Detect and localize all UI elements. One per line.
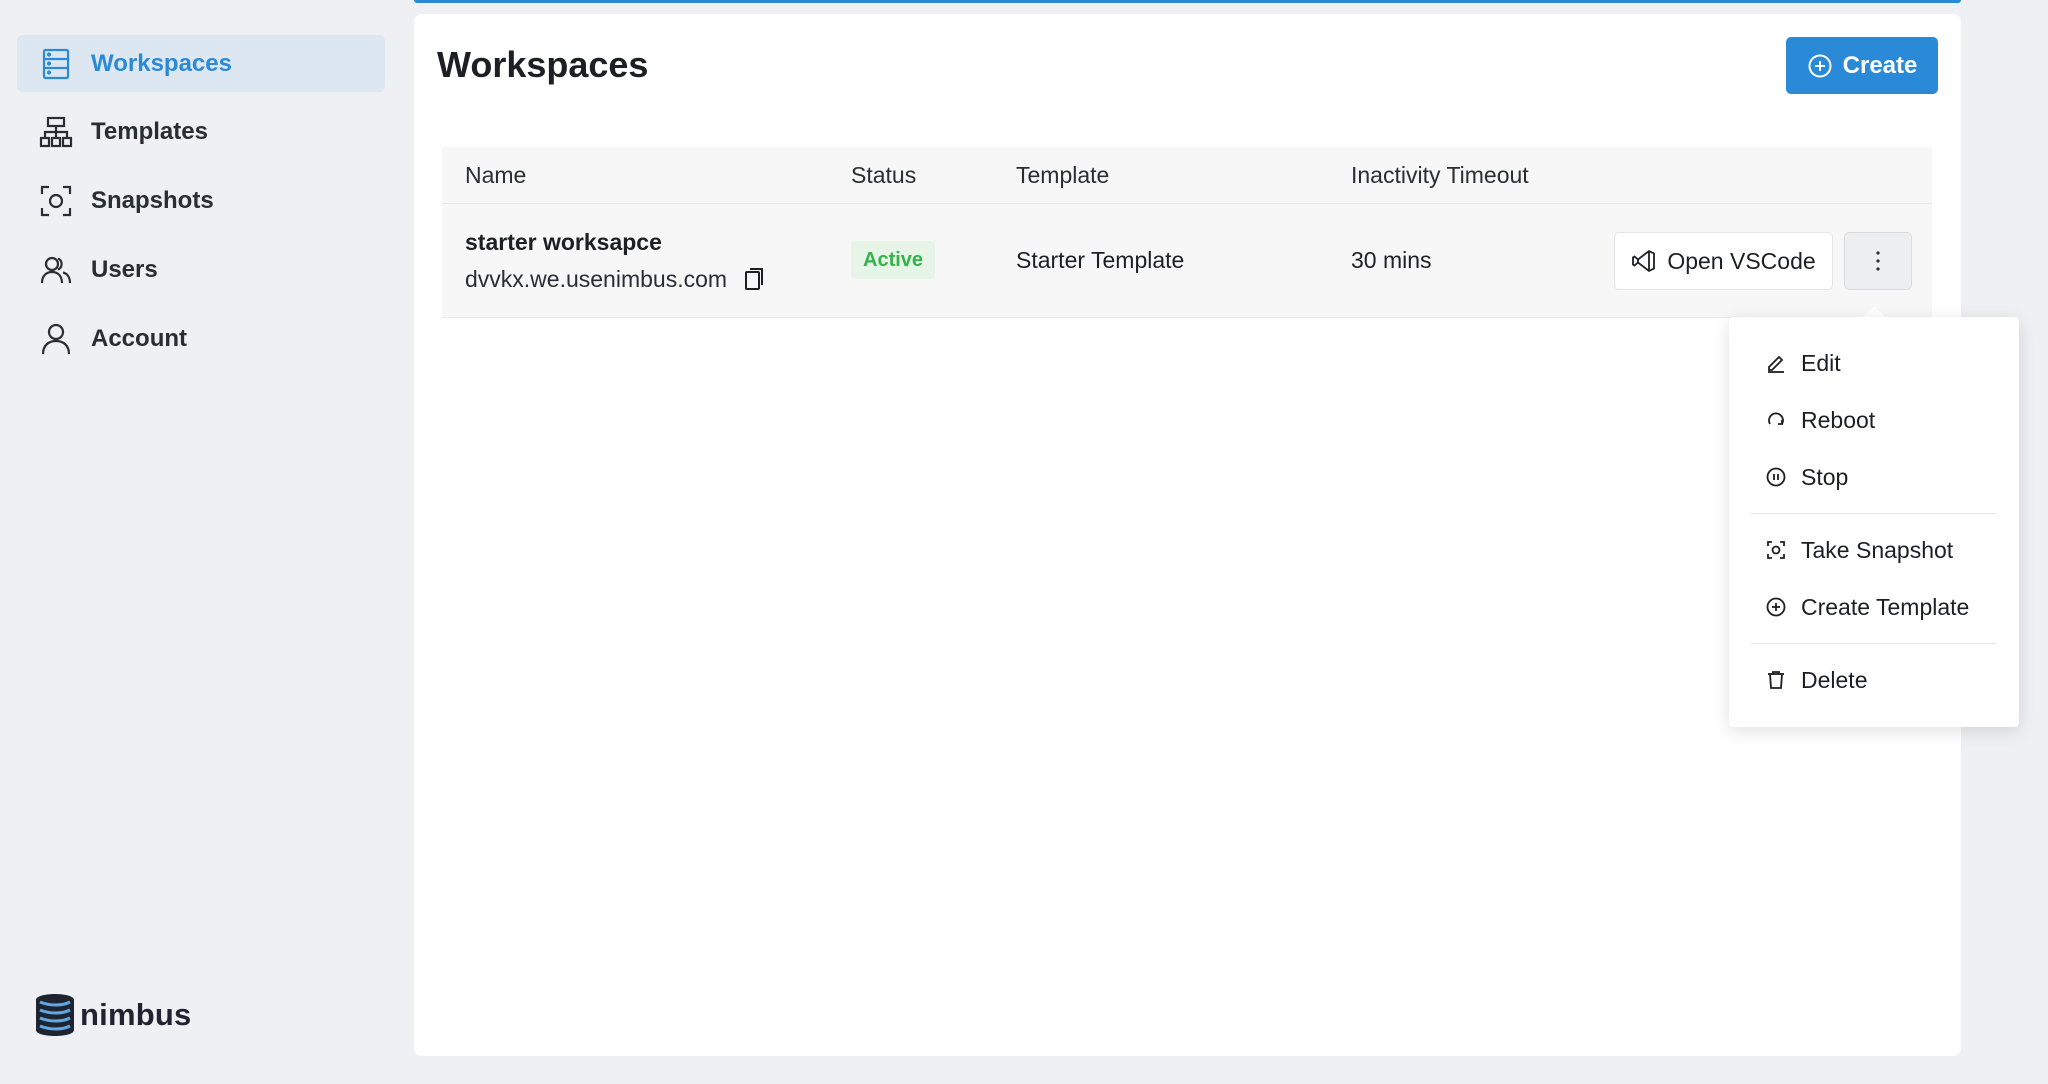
create-button[interactable]: Create bbox=[1786, 37, 1938, 94]
camera-scan-icon bbox=[39, 184, 73, 218]
nimbus-logo-icon bbox=[36, 994, 74, 1036]
brand-name: nimbus bbox=[80, 997, 192, 1032]
pause-circle-icon bbox=[1765, 466, 1787, 488]
workspace-name-cell: starter worksapce dvvkx.we.usenimbus.com bbox=[465, 229, 765, 293]
sidebar-item-snapshots[interactable]: Snapshots bbox=[17, 172, 385, 229]
header-template: Template bbox=[1016, 161, 1110, 188]
sidebar-item-templates[interactable]: Templates bbox=[17, 103, 385, 160]
sidebar-item-account[interactable]: Account bbox=[17, 310, 385, 367]
sidebar-item-workspaces[interactable]: Workspaces bbox=[17, 35, 385, 92]
menu-item-reboot[interactable]: Reboot bbox=[1729, 395, 2019, 445]
header-status: Status bbox=[851, 161, 917, 188]
app-root: Workspaces Templates Snapshots Users Acc… bbox=[0, 0, 2048, 1084]
menu-item-label: Create Template bbox=[1801, 593, 1970, 620]
menu-item-edit[interactable]: Edit bbox=[1729, 338, 2019, 388]
kebab-menu-icon bbox=[1876, 251, 1880, 271]
menu-divider bbox=[1751, 643, 1997, 644]
create-button-label: Create bbox=[1842, 51, 1918, 79]
page-title: Workspaces bbox=[437, 44, 649, 85]
sidebar: Workspaces Templates Snapshots Users Acc… bbox=[0, 0, 400, 1084]
pencil-icon bbox=[1765, 352, 1787, 374]
menu-item-label: Take Snapshot bbox=[1801, 536, 1954, 563]
open-vscode-label: Open VSCode bbox=[1667, 247, 1816, 274]
copy-icon[interactable] bbox=[743, 266, 765, 292]
vscode-icon bbox=[1632, 249, 1656, 273]
status-badge: Active bbox=[851, 241, 936, 279]
menu-item-delete[interactable]: Delete bbox=[1729, 655, 2019, 705]
template-cell: Starter Template bbox=[1016, 247, 1185, 273]
menu-item-label: Reboot bbox=[1801, 406, 1876, 433]
user-icon bbox=[39, 322, 73, 356]
header-name: Name bbox=[465, 161, 527, 188]
row-actions-menu: Edit Reboot Stop Take Snapshot Create Te… bbox=[1729, 317, 2019, 727]
workspaces-table: Name Status Template Inactivity Timeout … bbox=[442, 147, 1932, 318]
refresh-icon bbox=[1765, 409, 1787, 431]
header-timeout: Inactivity Timeout bbox=[1351, 161, 1529, 188]
plus-circle-icon bbox=[1808, 54, 1832, 77]
camera-scan-icon bbox=[1765, 539, 1787, 561]
sidebar-item-label: Snapshots bbox=[91, 186, 214, 214]
users-icon bbox=[39, 253, 73, 287]
sidebar-item-label: Account bbox=[91, 324, 187, 352]
timeout-cell: 30 mins bbox=[1351, 247, 1432, 273]
sidebar-item-label: Workspaces bbox=[91, 49, 232, 77]
menu-item-label: Edit bbox=[1801, 349, 1841, 376]
sitemap-icon bbox=[39, 115, 73, 149]
sidebar-item-label: Templates bbox=[91, 117, 208, 145]
menu-item-create-template[interactable]: Create Template bbox=[1729, 582, 2019, 632]
workspace-host-line: dvvkx.we.usenimbus.com bbox=[465, 266, 765, 293]
menu-item-label: Stop bbox=[1801, 463, 1849, 490]
menu-item-take-snapshot[interactable]: Take Snapshot bbox=[1729, 525, 2019, 575]
menu-item-label: Delete bbox=[1801, 666, 1868, 693]
row-actions-button[interactable] bbox=[1844, 232, 1912, 290]
plus-circle-icon bbox=[1765, 596, 1787, 618]
workspace-name: starter worksapce bbox=[465, 228, 662, 255]
sidebar-item-users[interactable]: Users bbox=[17, 241, 385, 298]
workspace-host: dvvkx.we.usenimbus.com bbox=[465, 265, 728, 292]
trash-icon bbox=[1765, 669, 1787, 691]
open-vscode-button[interactable]: Open VSCode bbox=[1614, 232, 1833, 290]
nimbus-logo[interactable]: nimbus bbox=[32, 990, 191, 1040]
sidebar-item-label: Users bbox=[91, 255, 158, 283]
menu-divider bbox=[1751, 513, 1997, 514]
top-accent-bar bbox=[414, 0, 1961, 3]
status-cell: Active bbox=[851, 241, 936, 279]
server-icon bbox=[39, 47, 73, 81]
menu-item-stop[interactable]: Stop bbox=[1729, 452, 2019, 502]
table-row: starter worksapce dvvkx.we.usenimbus.com… bbox=[442, 204, 1932, 318]
table-header: Name Status Template Inactivity Timeout bbox=[442, 147, 1932, 204]
